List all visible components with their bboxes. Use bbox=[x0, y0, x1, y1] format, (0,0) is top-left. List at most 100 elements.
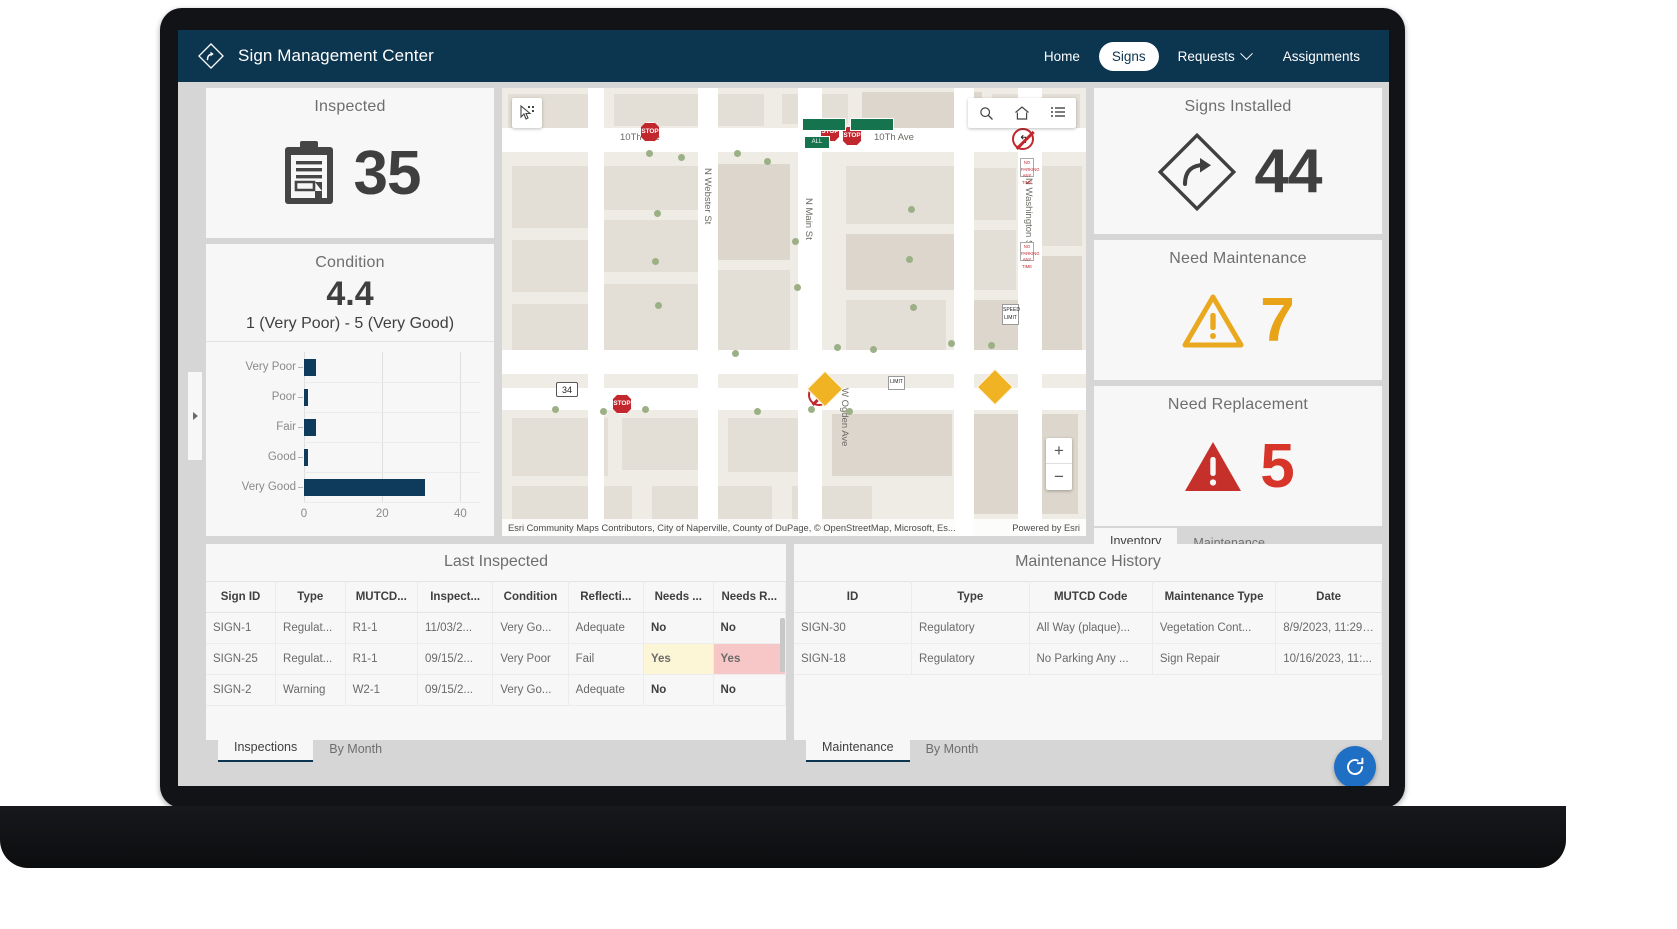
chart-bar[interactable] bbox=[304, 449, 308, 466]
table-row[interactable]: SIGN-2 Warning W2-1 09/15/2... Very Go..… bbox=[206, 675, 786, 706]
map-tool-group bbox=[968, 98, 1076, 128]
column-header[interactable]: Inspect... bbox=[418, 582, 493, 613]
cell: SIGN-25 bbox=[206, 644, 276, 675]
map-marker-route-shield[interactable]: 34 bbox=[556, 382, 578, 397]
laptop-base bbox=[0, 806, 1566, 868]
map-home-button[interactable] bbox=[1004, 98, 1040, 128]
cell: 10/16/2023, 11:... bbox=[1276, 644, 1382, 675]
column-header[interactable]: Reflecti... bbox=[568, 582, 643, 613]
map-zoom-in-button[interactable]: + bbox=[1046, 438, 1072, 464]
panel-collapse-handle[interactable] bbox=[188, 372, 202, 460]
cell: SIGN-18 bbox=[794, 644, 912, 675]
map-marker-stop-sign[interactable]: STOP bbox=[612, 394, 632, 414]
cell: R1-1 bbox=[345, 644, 417, 675]
map-attribution: Esri Community Maps Contributors, City o… bbox=[502, 519, 1086, 536]
table-title: Maintenance History bbox=[794, 544, 1382, 581]
laptop-screen: Sign Management Center Home Signs Reques… bbox=[178, 30, 1389, 786]
cell: Sign Repair bbox=[1152, 644, 1275, 675]
cell: No bbox=[713, 675, 785, 706]
column-header[interactable]: Needs ... bbox=[643, 582, 713, 613]
nav-item-assignments[interactable]: Assignments bbox=[1270, 42, 1373, 71]
map-attribution-text: Esri Community Maps Contributors, City o… bbox=[508, 523, 956, 533]
table-row[interactable]: SIGN-25 Regulat... R1-1 09/15/2... Very … bbox=[206, 644, 786, 675]
condition-title: Condition bbox=[206, 244, 494, 272]
clipboard-inspection-icon bbox=[280, 140, 338, 208]
nav-item-signs[interactable]: Signs bbox=[1099, 42, 1159, 71]
map-canvas[interactable]: 10Th Ave 10Th Ave W Ogden Ave N Webster … bbox=[502, 88, 1086, 536]
kpi-card-need-maintenance: Need Maintenance 7 bbox=[1094, 240, 1382, 380]
map-marker-street-sign[interactable] bbox=[850, 118, 894, 131]
map-marker-stop-sign[interactable]: STOP bbox=[640, 122, 660, 142]
table-header-row: Sign ID Type MUTCD... Inspect... Conditi… bbox=[206, 582, 786, 613]
cell: No Parking Any ... bbox=[1029, 644, 1152, 675]
cell: 09/15/2... bbox=[418, 675, 493, 706]
maintenance-history-table: ID Type MUTCD Code Maintenance Type Date… bbox=[794, 581, 1382, 675]
tab-label: Maintenance bbox=[822, 740, 894, 754]
map-search-button[interactable] bbox=[968, 98, 1004, 128]
column-header[interactable]: Type bbox=[276, 582, 346, 613]
chart-row-divider bbox=[304, 502, 480, 503]
tab-maintenance-history[interactable]: Maintenance bbox=[806, 734, 910, 762]
chart-row-divider bbox=[304, 442, 480, 443]
chart-tick bbox=[298, 397, 303, 398]
map-marker-no-left-turn[interactable]: ↰ bbox=[1012, 128, 1034, 150]
table-header-row: ID Type MUTCD Code Maintenance Type Date bbox=[794, 582, 1382, 613]
nav-item-requests[interactable]: Requests bbox=[1165, 42, 1264, 71]
refresh-button[interactable] bbox=[1334, 746, 1376, 786]
alert-triangle-icon bbox=[1182, 439, 1244, 495]
chart-x-tick-label: 0 bbox=[301, 508, 307, 520]
cell: R1-1 bbox=[345, 613, 417, 644]
column-header[interactable]: ID bbox=[794, 582, 912, 613]
column-header[interactable]: Needs R... bbox=[713, 582, 785, 613]
tab-inspections[interactable]: Inspections bbox=[218, 734, 313, 762]
column-header[interactable]: MUTCD Code bbox=[1029, 582, 1152, 613]
map-panel[interactable]: 10Th Ave 10Th Ave W Ogden Ave N Webster … bbox=[502, 88, 1086, 536]
column-header[interactable]: Condition bbox=[493, 582, 568, 613]
kpi-body: 7 bbox=[1094, 268, 1382, 374]
column-header[interactable]: Type bbox=[912, 582, 1030, 613]
nav-item-label: Home bbox=[1044, 49, 1080, 64]
table-row[interactable]: SIGN-30 Regulatory All Way (plaque)... V… bbox=[794, 613, 1382, 644]
table-scrollbar[interactable] bbox=[780, 618, 785, 672]
nav-item-label: Requests bbox=[1178, 49, 1235, 64]
map-marker-speed-limit[interactable]: LIMIT bbox=[888, 376, 905, 390]
chart-x-tick-label: 40 bbox=[454, 508, 467, 520]
green-street-sign-icon: ALL bbox=[804, 136, 830, 149]
map-marker-street-sign[interactable] bbox=[802, 118, 846, 131]
cell: Adequate bbox=[568, 613, 643, 644]
column-header[interactable]: Date bbox=[1276, 582, 1382, 613]
map-marker-speed-limit[interactable]: SPEEDLIMIT bbox=[1002, 304, 1019, 325]
column-header[interactable]: Sign ID bbox=[206, 582, 276, 613]
screenshot-root: Sign Management Center Home Signs Reques… bbox=[0, 0, 1677, 929]
cell: Warning bbox=[276, 675, 346, 706]
cell: Regulatory bbox=[912, 644, 1030, 675]
last-inspected-table: Sign ID Type MUTCD... Inspect... Conditi… bbox=[206, 581, 786, 706]
table-title: Last Inspected bbox=[206, 544, 786, 581]
map-marker-warning[interactable] bbox=[812, 376, 838, 402]
map-marker-no-parking[interactable]: NOPARKINGANYTIME bbox=[1020, 158, 1034, 177]
chart-bar[interactable] bbox=[304, 479, 425, 496]
speed-limit-sign-icon: SPEEDLIMIT bbox=[1002, 304, 1019, 325]
chart-bar[interactable] bbox=[304, 359, 316, 376]
map-marker-no-parking[interactable]: NOPARKINGANYTIME bbox=[1020, 242, 1034, 261]
kpi-body: 44 bbox=[1094, 116, 1382, 228]
map-select-tool-button[interactable] bbox=[512, 98, 542, 128]
tab-by-month-inspections[interactable]: By Month bbox=[313, 736, 398, 762]
column-header[interactable]: Maintenance Type bbox=[1152, 582, 1275, 613]
chart-bar[interactable] bbox=[304, 419, 316, 436]
map-legend-button[interactable] bbox=[1040, 98, 1076, 128]
chevron-right-icon bbox=[193, 412, 198, 420]
table-row[interactable]: SIGN-1 Regulat... R1-1 11/03/2... Very G… bbox=[206, 613, 786, 644]
tab-by-month-maintenance[interactable]: By Month bbox=[910, 736, 995, 762]
map-marker-allway-plaque[interactable]: ALL bbox=[804, 136, 830, 149]
map-zoom-out-button[interactable]: − bbox=[1046, 464, 1072, 490]
chart-bar[interactable] bbox=[304, 389, 308, 406]
condition-score: 4.4 bbox=[206, 276, 494, 313]
cell-needs-maintenance: Yes bbox=[643, 644, 713, 675]
map-marker-warning[interactable] bbox=[982, 374, 1008, 400]
cell: Very Poor bbox=[493, 644, 568, 675]
table-row[interactable]: SIGN-18 Regulatory No Parking Any ... Si… bbox=[794, 644, 1382, 675]
nav-item-home[interactable]: Home bbox=[1031, 42, 1093, 71]
column-header[interactable]: MUTCD... bbox=[345, 582, 417, 613]
no-parking-sign-icon: NOPARKINGANYTIME bbox=[1020, 158, 1034, 177]
